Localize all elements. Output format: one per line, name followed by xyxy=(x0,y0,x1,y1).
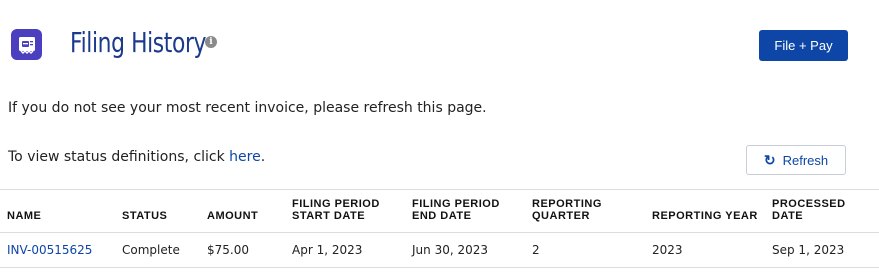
status-definitions-suffix: . xyxy=(260,149,266,165)
column-header-processed-date[interactable]: PROCESSED DATE xyxy=(765,190,879,233)
column-header-start-date[interactable]: FILING PERIOD START DATE xyxy=(285,190,405,233)
cell-processed-date: Sep 1, 2023 xyxy=(765,232,879,268)
cell-reporting-quarter: 2 xyxy=(525,232,645,268)
column-header-reporting-year[interactable]: REPORTING YEAR xyxy=(645,190,765,233)
invoice-link[interactable]: INV-00515625 xyxy=(7,243,92,257)
page-title: Filing History xyxy=(70,26,207,59)
cell-reporting-year: 2023 xyxy=(645,232,765,268)
cell-end-date: Jun 30, 2023 xyxy=(405,232,525,268)
column-header-amount[interactable]: AMOUNT xyxy=(200,190,285,233)
column-header-name[interactable]: NAME xyxy=(0,190,115,233)
cell-status: Complete xyxy=(115,232,200,268)
cell-start-date: Apr 1, 2023 xyxy=(285,232,405,268)
status-definitions-prefix: To view status definitions, click xyxy=(8,149,230,165)
column-header-status[interactable]: STATUS xyxy=(115,190,200,233)
table-row: INV-00515625 Complete $75.00 Apr 1, 2023… xyxy=(0,232,879,268)
refresh-icon: ↻ xyxy=(763,151,776,168)
column-header-reporting-quarter[interactable]: REPORTING QUARTER xyxy=(525,190,645,233)
info-icon[interactable]: i xyxy=(205,36,217,48)
cell-amount: $75.00 xyxy=(200,232,285,268)
refresh-label: Refresh xyxy=(782,152,829,168)
status-definitions-text: To view status definitions, click here. xyxy=(8,149,265,165)
document-icon xyxy=(18,36,35,54)
cell-name: INV-00515625 xyxy=(0,232,115,268)
filing-history-icon xyxy=(11,29,42,60)
refresh-hint-text: If you do not see your most recent invoi… xyxy=(8,100,487,116)
table-header-row: NAME STATUS AMOUNT FILING PERIOD START D… xyxy=(0,190,879,233)
column-header-end-date[interactable]: FILING PERIOD END DATE xyxy=(405,190,525,233)
status-definitions-link[interactable]: here xyxy=(229,149,261,165)
file-pay-button[interactable]: File + Pay xyxy=(759,30,848,61)
filing-history-table: NAME STATUS AMOUNT FILING PERIOD START D… xyxy=(0,189,879,268)
refresh-button[interactable]: ↻ Refresh xyxy=(746,145,846,175)
